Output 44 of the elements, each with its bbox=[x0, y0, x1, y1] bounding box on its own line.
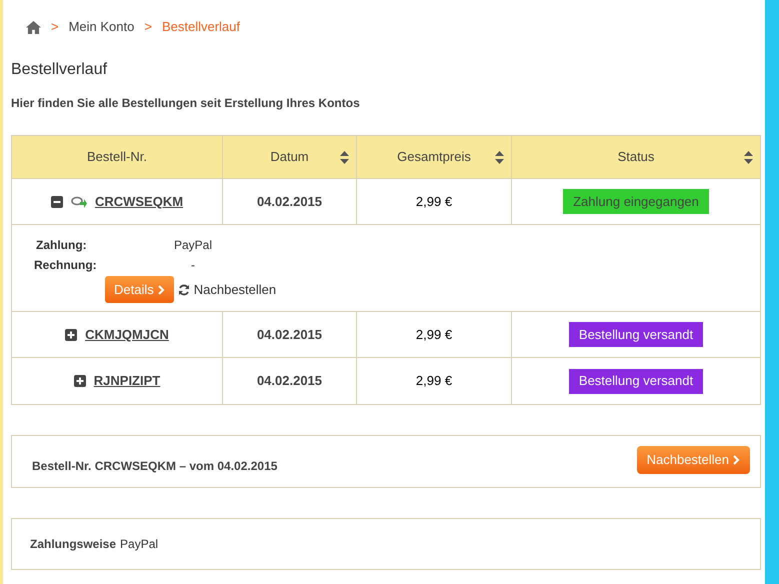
sort-icon[interactable] bbox=[340, 151, 349, 164]
status-badge: Bestellung versandt bbox=[568, 368, 704, 394]
header-cell[interactable]: Datum bbox=[223, 136, 357, 178]
link-icon bbox=[70, 196, 87, 208]
refresh-icon[interactable] bbox=[178, 284, 190, 296]
page-title: Bestellverlauf bbox=[11, 60, 108, 80]
order-number-link[interactable]: RJNPIZIPT bbox=[94, 371, 160, 391]
breadcrumb-separator: > bbox=[144, 18, 152, 36]
order-date: 04.02.2015 bbox=[256, 372, 322, 390]
column-header: Status bbox=[618, 148, 654, 166]
payment-method-label: Zahlungsweise bbox=[30, 536, 116, 553]
order-date: 04.02.2015 bbox=[256, 326, 322, 344]
payment-method-value: PayPal bbox=[120, 536, 158, 553]
header-cell[interactable]: Status bbox=[512, 136, 760, 178]
column-header: Gesamtpreis bbox=[397, 148, 471, 166]
collapse-icon[interactable] bbox=[50, 196, 63, 208]
order-number-link[interactable]: CRCWSEQKM bbox=[94, 192, 184, 212]
column-header: Bestell-Nr. bbox=[87, 148, 147, 166]
breadcrumb-separator: > bbox=[51, 18, 59, 36]
sort-icon[interactable] bbox=[495, 151, 504, 164]
order-price: 2,99 € bbox=[416, 372, 452, 390]
order-heading: Bestell-Nr. CRCWSEQKM – vom 04.02.2015 bbox=[32, 458, 278, 475]
intro-text: Hier finden Sie alle Bestellungen seit Erstellung Ihres Kontos bbox=[11, 95, 361, 112]
status-badge: Zahlung eingegangen bbox=[563, 189, 709, 214]
order-date: 04.02.2015 bbox=[256, 192, 322, 211]
reorder-link[interactable]: Nachbestellen bbox=[194, 280, 276, 300]
order-price: 2,99 € bbox=[416, 192, 452, 211]
column-header: Datum bbox=[270, 148, 309, 166]
breadcrumb-link[interactable]: Mein Konto bbox=[68, 17, 134, 37]
status-badge: Bestellung versandt bbox=[568, 322, 704, 347]
expand-icon[interactable] bbox=[74, 375, 86, 387]
expand-icon[interactable] bbox=[65, 328, 78, 340]
breadcrumb-current: Bestellverlauf bbox=[162, 18, 240, 36]
chevron-icon bbox=[158, 284, 165, 294]
sort-icon[interactable] bbox=[744, 151, 753, 164]
order-number-link[interactable]: CKMJQMJCN bbox=[85, 324, 169, 344]
chevron-icon bbox=[733, 454, 740, 464]
invoice-value: - bbox=[191, 257, 195, 274]
invoice-label: Rechnung: bbox=[34, 257, 98, 274]
payment-label: Zahlung: bbox=[35, 237, 88, 254]
home-icon[interactable] bbox=[26, 20, 41, 34]
order-price: 2,99 € bbox=[416, 326, 452, 344]
header-cell[interactable]: Gesamtpreis bbox=[357, 136, 512, 178]
payment-value: PayPal bbox=[174, 237, 212, 254]
